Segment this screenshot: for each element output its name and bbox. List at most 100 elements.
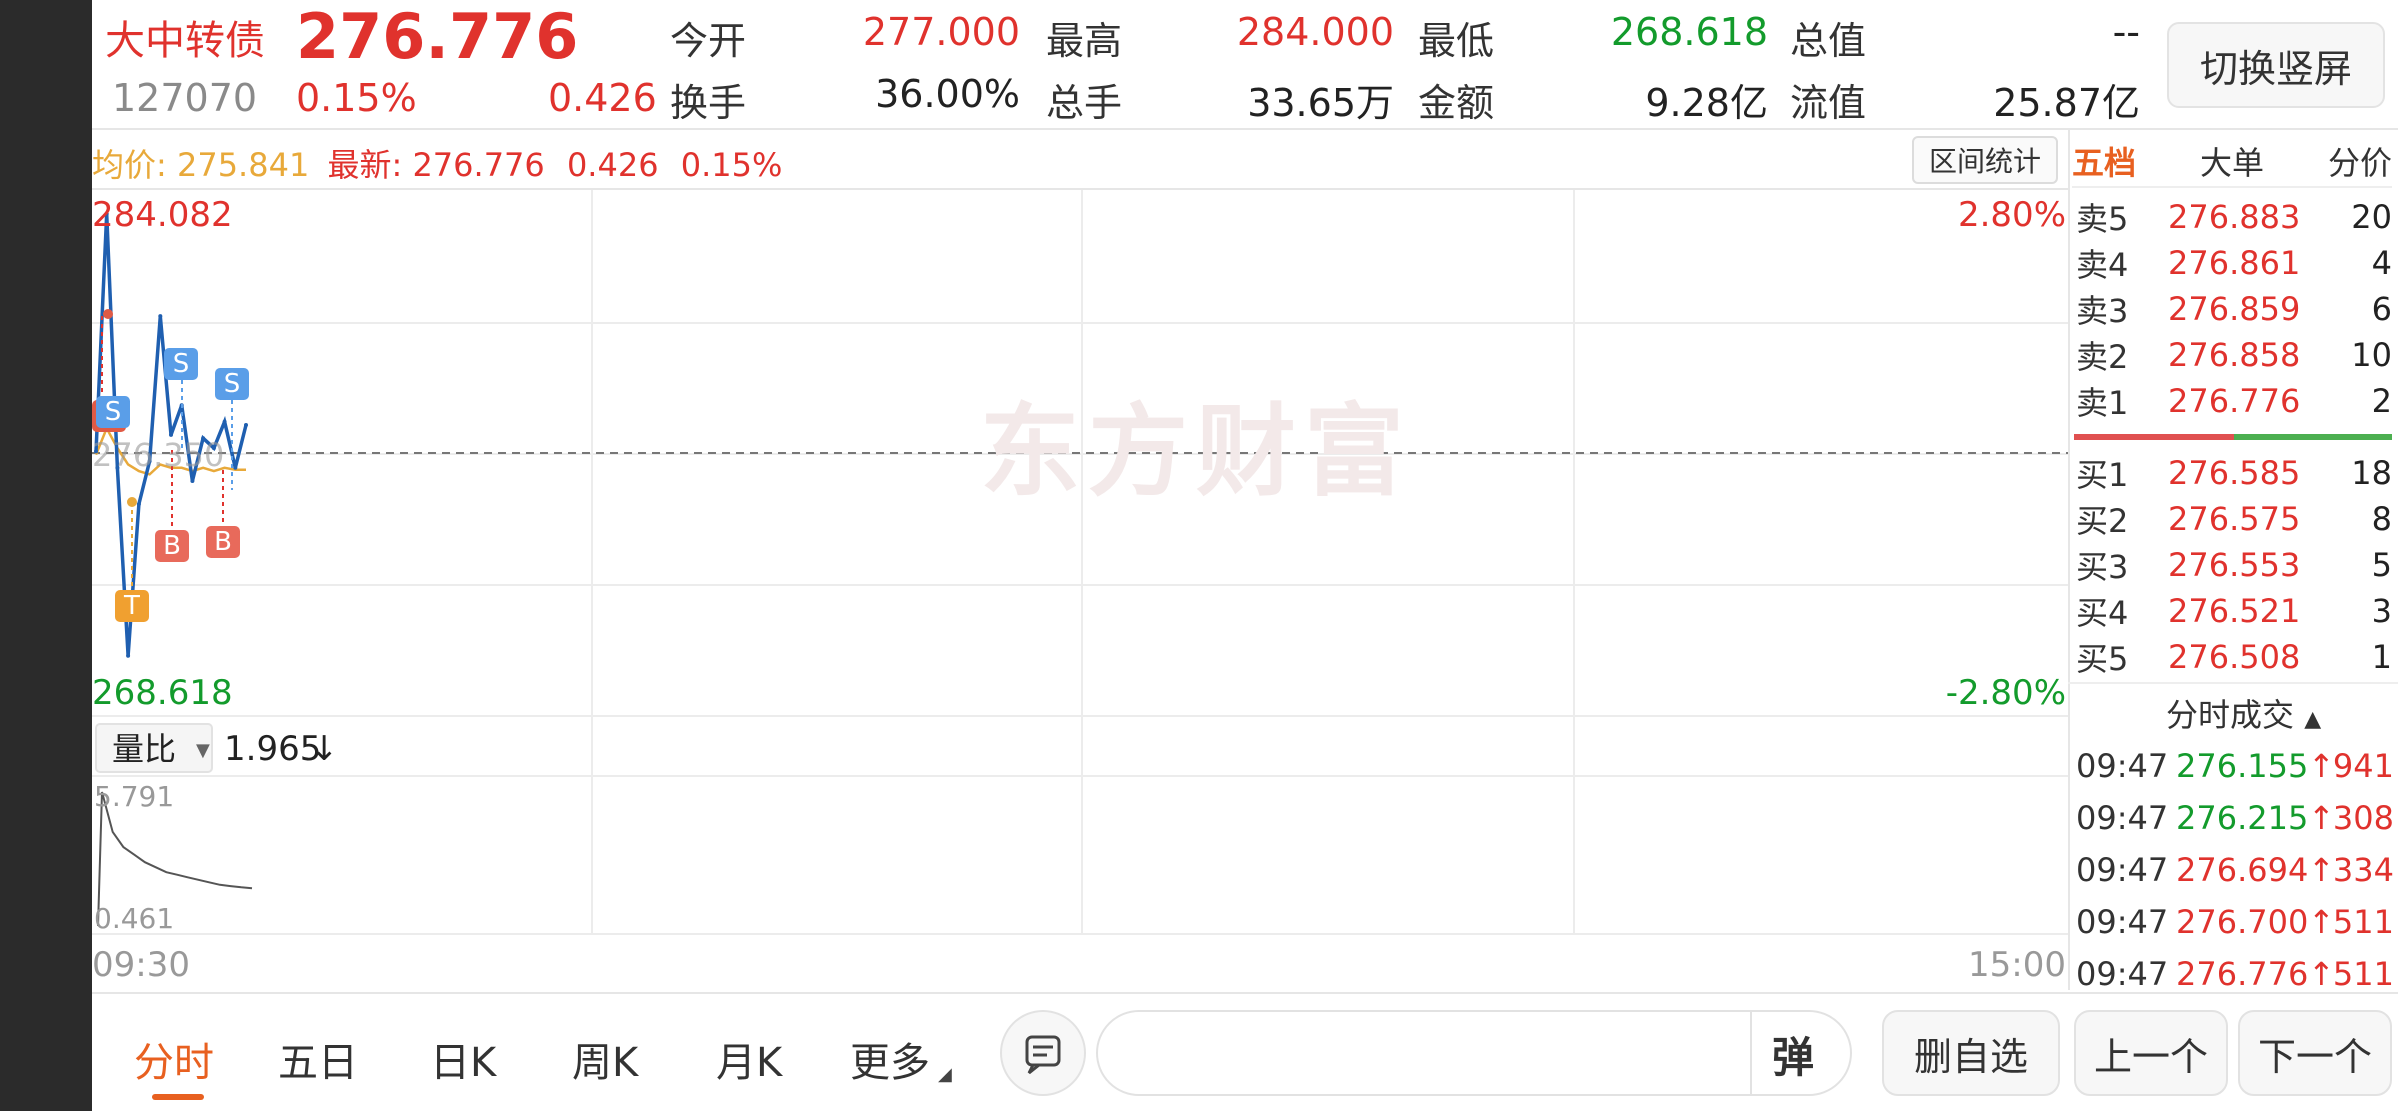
trade-price: 276.700: [2176, 903, 2309, 941]
buy-marker-1-label: B: [163, 531, 181, 561]
trade-direction-icon: ↑: [2308, 851, 2335, 889]
stat-label-total-value: 总值: [1790, 19, 1867, 63]
comment-input[interactable]: [1096, 1010, 1852, 1096]
stat-value-open: 277.000: [862, 10, 1020, 54]
trades-title-label: 分时成交: [2166, 696, 2295, 734]
bond-code: 127070: [112, 76, 258, 120]
price-point: [136, 502, 141, 507]
range-stats-button[interactable]: 区间统计: [1912, 136, 2058, 184]
ask-volume: 20: [2351, 198, 2392, 236]
switch-portrait-button[interactable]: 切换竖屏: [2167, 22, 2385, 108]
sell-marker-2-label: S: [105, 397, 122, 427]
trade-time: 09:47: [2076, 799, 2169, 837]
avg-value: 275.841: [176, 146, 310, 184]
ask-level-label: 卖2: [2076, 338, 2129, 376]
bid-price: 276.553: [2168, 546, 2301, 584]
tab-weekly-k[interactable]: 周K: [572, 1030, 638, 1088]
stat-label-float-value: 流值: [1790, 81, 1867, 125]
bid-price: 276.521: [2168, 592, 2301, 630]
tab-five-levels[interactable]: 五档: [2072, 138, 2136, 184]
price-point: [190, 479, 195, 483]
intraday-chart[interactable]: 东方财富 S S S S B B T 284.082 2.80% 276.350…: [92, 190, 2068, 990]
pct-axis-low: -2.80%: [1946, 673, 2066, 713]
pct-axis-high: 2.80%: [1958, 195, 2066, 235]
next-button[interactable]: 下一个: [2238, 1010, 2392, 1096]
stat-value-total-value: --: [2112, 10, 2140, 54]
tab-monthly-k[interactable]: 月K: [716, 1030, 782, 1088]
bid-price: 276.508: [2168, 638, 2301, 676]
ask-level-label: 卖1: [2076, 384, 2129, 422]
danmu-toggle-button[interactable]: 弹: [1772, 1024, 1814, 1085]
time-axis-start: 09:30: [92, 945, 190, 985]
y-axis-mid: 276.350: [92, 436, 224, 474]
trade-time: 09:47: [2076, 747, 2169, 785]
header-divider: [92, 128, 2398, 130]
bid-row[interactable]: 买1 276.585 18: [2076, 450, 2392, 496]
stat-label-low: 最低: [1418, 19, 1495, 63]
ask-price: 276.861: [2168, 244, 2301, 282]
latest-pct: 0.15%: [680, 146, 783, 184]
trade-time: 09:47: [2076, 955, 2169, 993]
ask-volume: 6: [2371, 290, 2392, 328]
tab-price-dist[interactable]: 分价: [2328, 138, 2392, 184]
trade-direction-icon: ↑: [2308, 747, 2335, 785]
watermark: 东方财富: [980, 393, 1412, 510]
trade-time: 09:47: [2076, 903, 2169, 941]
ask-row[interactable]: 卖4 276.861 4: [2076, 240, 2392, 286]
change-percent: 0.15%: [296, 76, 417, 120]
ask-volume: 4: [2371, 244, 2392, 282]
tab-intraday[interactable]: 分时: [134, 1030, 214, 1088]
bid-volume: 5: [2371, 546, 2392, 584]
bid-row[interactable]: 买3 276.553 5: [2076, 542, 2392, 588]
tab-daily-k[interactable]: 日K: [430, 1030, 496, 1088]
bid-row[interactable]: 买4 276.521 3: [2076, 588, 2392, 634]
price-point: [244, 423, 248, 427]
trade-row: 09:47 276.155 ↑ 941: [2076, 740, 2394, 792]
trade-row: 09:47 276.700 ↑ 511: [2076, 896, 2394, 948]
ask-volume: 10: [2351, 336, 2392, 374]
ask-row[interactable]: 卖3 276.859 6: [2076, 286, 2392, 332]
latest-label: 最新:: [327, 146, 403, 184]
input-divider: [1750, 1010, 1752, 1096]
vol-axis-low: 0.461: [94, 902, 174, 935]
tabs-underline: [2072, 186, 2392, 188]
bid-level-label: 买3: [2076, 548, 2129, 586]
tab-more[interactable]: 更多: [850, 1030, 930, 1088]
bid-levels: 买1 276.585 18 买2 276.575 8 买3 276.553 5 买4 276.521…: [2076, 450, 2392, 680]
ask-row[interactable]: 卖1 276.776 2: [2076, 378, 2392, 424]
tab-five-day[interactable]: 五日: [278, 1030, 358, 1088]
bid-price: 276.585: [2168, 454, 2301, 492]
ask-row[interactable]: 卖2 276.858 10: [2076, 332, 2392, 378]
bid-row[interactable]: 买5 276.508 1: [2076, 634, 2392, 680]
stat-value-amount: 9.28亿: [1645, 81, 1768, 125]
previous-button[interactable]: 上一个: [2074, 1010, 2228, 1096]
ask-row[interactable]: 卖5 276.883 20: [2076, 194, 2392, 240]
left-edge-bar: [0, 0, 92, 1111]
ask-volume: 2: [2371, 382, 2392, 420]
trades-divider: [2068, 682, 2398, 684]
comment-button[interactable]: [1000, 1010, 1086, 1096]
ratio-label[interactable]: 量比: [112, 730, 176, 768]
stat-value-turnover: 36.00%: [875, 72, 1020, 116]
trade-volume: 334: [2332, 851, 2394, 889]
ask-price: 276.859: [2168, 290, 2301, 328]
trades-title[interactable]: 分时成交 ▲: [2166, 690, 2321, 736]
trade-row: 09:47 276.694 ↑ 334: [2076, 844, 2394, 896]
trade-price: 276.776: [2176, 955, 2309, 993]
trade-price: 276.215: [2176, 799, 2309, 837]
bid-row[interactable]: 买2 276.575 8: [2076, 496, 2392, 542]
ratio-value: 1.965: [224, 729, 321, 769]
time-axis-end: 15:00: [1968, 945, 2066, 985]
stat-label-high: 最高: [1046, 19, 1123, 63]
avg-label: 均价:: [92, 146, 167, 184]
delete-favorite-button[interactable]: 删自选: [1882, 1010, 2060, 1096]
trade-volume: 308: [2332, 799, 2394, 837]
price-point: [158, 314, 163, 319]
ask-levels: 卖5 276.883 20 卖4 276.861 4 卖3 276.859 6 卖2 276.858…: [2076, 194, 2392, 424]
stat-label-open: 今开: [670, 19, 747, 63]
trade-volume: 511: [2332, 903, 2394, 941]
tab-big-orders[interactable]: 大单: [2200, 138, 2264, 184]
ask-level-label: 卖5: [2076, 200, 2129, 238]
chart-info-line: 均价: 275.841 最新: 276.776 0.426 0.15%: [92, 140, 782, 186]
vol-axis-high: 5.791: [94, 780, 174, 813]
